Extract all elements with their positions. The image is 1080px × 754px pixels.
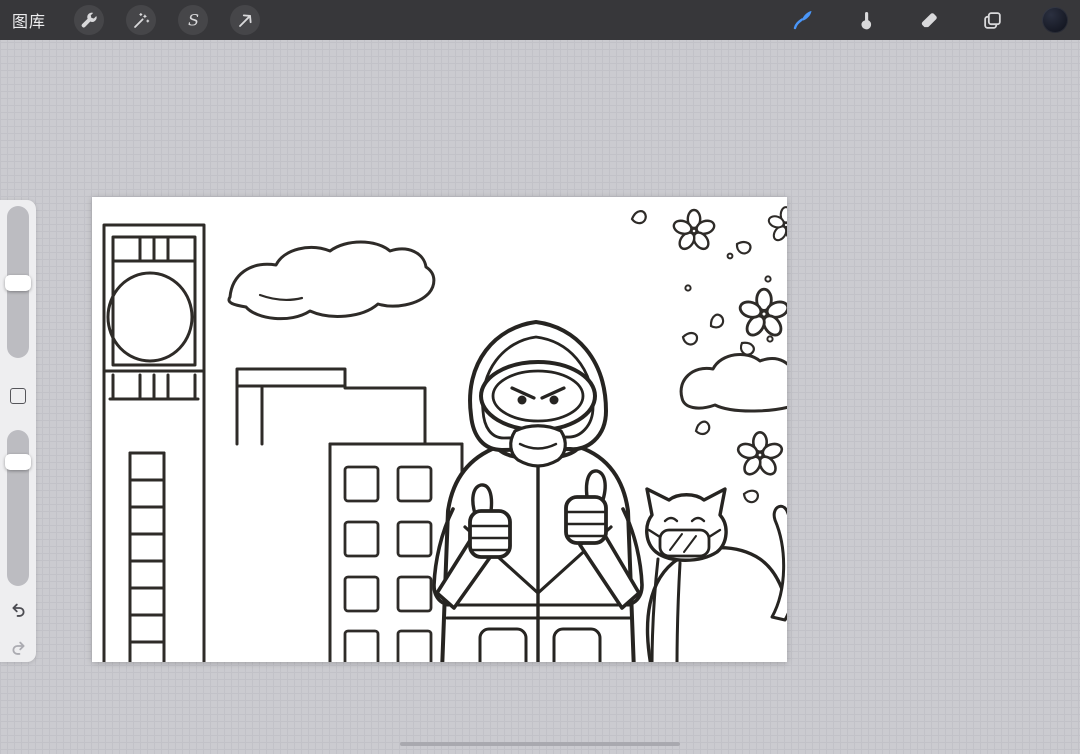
side-tool-panel [0,200,36,662]
toolbar-left-group: 图库 S [12,5,260,35]
svg-text:S: S [187,11,198,30]
color-swatch [1042,7,1068,33]
app-screen: 图库 S [0,0,1080,754]
opacity-handle[interactable] [5,454,31,470]
toolbar-right-group [788,5,1070,35]
gallery-button[interactable]: 图库 [12,8,46,32]
modify-button[interactable] [10,388,26,404]
eraser-icon [919,10,940,31]
opacity-slider[interactable] [7,430,29,586]
layers-button[interactable] [977,5,1007,35]
redo-button[interactable] [7,636,29,658]
color-button[interactable] [1040,5,1070,35]
canvas[interactable] [92,197,787,662]
smudge-tool-button[interactable] [851,5,881,35]
adjustments-button[interactable] [126,5,156,35]
undo-icon [9,600,28,619]
transform-button[interactable] [230,5,260,35]
selection-s-icon: S [184,11,203,30]
wrench-icon [80,11,99,30]
selection-button[interactable]: S [178,5,208,35]
undo-button[interactable] [7,598,29,620]
erase-tool-button[interactable] [914,5,944,35]
smudge-finger-icon [856,10,877,31]
redo-icon [9,638,28,657]
top-toolbar: 图库 S [0,0,1080,40]
brush-size-slider[interactable] [7,206,29,358]
brush-size-handle[interactable] [5,275,31,291]
paint-tool-button[interactable] [788,5,818,35]
brush-icon [791,8,815,32]
transform-arrow-icon [236,11,255,30]
layers-icon [982,10,1003,31]
canvas-artwork [92,197,787,662]
magic-wand-icon [132,11,151,30]
home-indicator[interactable] [400,742,680,746]
actions-button[interactable] [74,5,104,35]
